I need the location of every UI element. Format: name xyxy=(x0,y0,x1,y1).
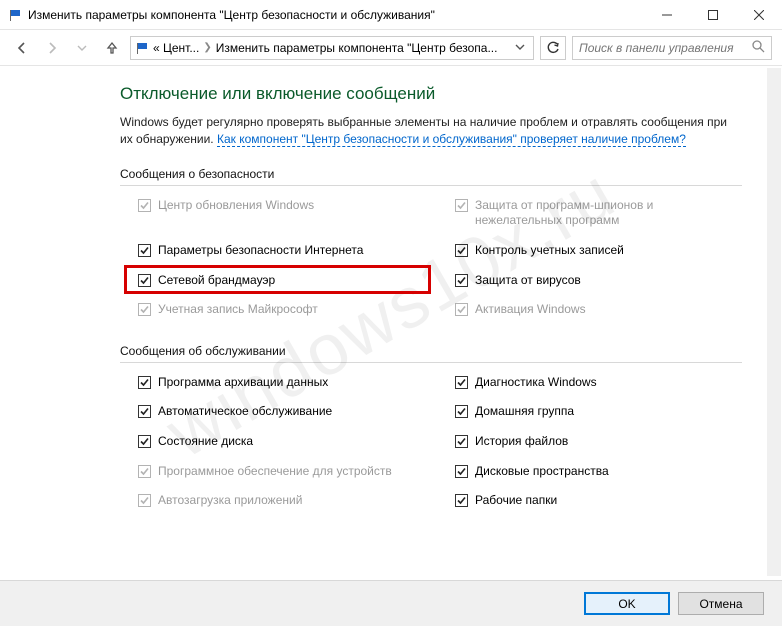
checkbox-item[interactable]: Рабочие папки xyxy=(455,493,742,509)
checkbox-item[interactable]: Параметры безопасности Интернета xyxy=(138,243,425,259)
checkbox-item: Активация Windows xyxy=(455,302,742,318)
checkbox-item[interactable]: Защита от вирусов xyxy=(455,273,742,289)
up-button[interactable] xyxy=(100,36,124,60)
checkbox-box xyxy=(138,494,151,507)
checkbox-label: Учетная запись Майкрософт xyxy=(158,302,318,318)
checkbox-item[interactable]: Состояние диска xyxy=(138,434,425,450)
recent-dropdown[interactable] xyxy=(70,36,94,60)
breadcrumb[interactable]: « Цент... ❯ Изменить параметры компонент… xyxy=(130,36,534,60)
checkbox-box[interactable] xyxy=(138,244,151,257)
checkbox-box xyxy=(138,199,151,212)
forward-button[interactable] xyxy=(40,36,64,60)
window-controls xyxy=(644,0,782,29)
checkbox-item[interactable]: Диагностика Windows xyxy=(455,375,742,391)
checkbox-box xyxy=(138,465,151,478)
breadcrumb-part1[interactable]: « Цент... xyxy=(153,41,199,55)
checkbox-label: Программа архивации данных xyxy=(158,375,328,391)
checkbox-label: Автозагрузка приложений xyxy=(158,493,302,509)
checkbox-box xyxy=(455,199,468,212)
checkbox-item: Центр обновления Windows xyxy=(138,198,425,214)
intro-text: Windows будет регулярно проверять выбран… xyxy=(120,114,742,149)
checkbox-label: Центр обновления Windows xyxy=(158,198,314,214)
checkbox-label: Диагностика Windows xyxy=(475,375,597,391)
checkbox-item[interactable]: Автоматическое обслуживание xyxy=(138,404,425,420)
checkbox-box[interactable] xyxy=(455,376,468,389)
toolbar: « Цент... ❯ Изменить параметры компонент… xyxy=(0,30,782,66)
checkbox-box[interactable] xyxy=(455,244,468,257)
breadcrumb-dropdown[interactable] xyxy=(511,41,529,55)
close-button[interactable] xyxy=(736,0,782,29)
checkbox-item[interactable]: Программа архивации данных xyxy=(138,375,425,391)
search-icon[interactable] xyxy=(752,40,765,56)
maximize-button[interactable] xyxy=(690,0,736,29)
checkbox-item: Учетная запись Майкрософт xyxy=(138,302,425,318)
checkbox-label: Программное обеспечение для устройств xyxy=(158,464,392,480)
breadcrumb-part2[interactable]: Изменить параметры компонента "Центр без… xyxy=(216,41,498,55)
search-box[interactable] xyxy=(572,36,772,60)
checkbox-label: Параметры безопасности Интернета xyxy=(158,243,363,259)
cancel-button[interactable]: Отмена xyxy=(678,592,764,615)
checkbox-label: Дисковые пространства xyxy=(475,464,609,480)
checkbox-box[interactable] xyxy=(138,405,151,418)
refresh-button[interactable] xyxy=(540,36,566,60)
checkbox-box[interactable] xyxy=(138,435,151,448)
ok-button[interactable]: OK xyxy=(584,592,670,615)
chevron-right-icon: ❯ xyxy=(203,42,211,53)
checkbox-item: Защита от программ-шпионов и нежелательн… xyxy=(455,198,742,229)
section-title-maintenance: Сообщения об обслуживании xyxy=(120,344,742,363)
checkbox-label: Домашняя группа xyxy=(475,404,574,420)
section-title-security: Сообщения о безопасности xyxy=(120,167,742,186)
checkbox-item[interactable]: История файлов xyxy=(455,434,742,450)
back-button[interactable] xyxy=(10,36,34,60)
flag-icon xyxy=(135,41,149,55)
checkbox-label: Сетевой брандмауэр xyxy=(158,273,275,289)
maintenance-grid: Программа архивации данных Диагностика Wi… xyxy=(120,375,742,509)
content-area: Отключение или включение сообщений Windo… xyxy=(0,66,782,578)
checkbox-item[interactable]: Домашняя группа xyxy=(455,404,742,420)
checkbox-label: Автоматическое обслуживание xyxy=(158,404,332,420)
checkbox-box[interactable] xyxy=(138,376,151,389)
checkbox-label: Рабочие папки xyxy=(475,493,557,509)
intro-help-link[interactable]: Как компонент "Центр безопасности и обсл… xyxy=(217,132,686,147)
checkbox-box[interactable] xyxy=(138,274,151,287)
footer: OK Отмена xyxy=(0,580,782,626)
security-grid: Центр обновления Windows Защита от програ… xyxy=(120,198,742,318)
checkbox-label: Состояние диска xyxy=(158,434,253,450)
checkbox-item: Автозагрузка приложений xyxy=(138,493,425,509)
checkbox-box[interactable] xyxy=(455,435,468,448)
checkbox-item[interactable]: Сетевой брандмауэр xyxy=(138,273,425,289)
checkbox-box[interactable] xyxy=(455,274,468,287)
checkbox-label: История файлов xyxy=(475,434,568,450)
flag-icon xyxy=(8,8,22,22)
checkbox-item[interactable]: Контроль учетных записей xyxy=(455,243,742,259)
checkbox-box[interactable] xyxy=(455,465,468,478)
checkbox-box[interactable] xyxy=(455,405,468,418)
checkbox-label: Активация Windows xyxy=(475,302,586,318)
page-heading: Отключение или включение сообщений xyxy=(120,84,742,104)
checkbox-box xyxy=(138,303,151,316)
checkbox-box[interactable] xyxy=(455,494,468,507)
checkbox-label: Контроль учетных записей xyxy=(475,243,624,259)
titlebar: Изменить параметры компонента "Центр без… xyxy=(0,0,782,30)
checkbox-item: Программное обеспечение для устройств xyxy=(138,464,425,480)
checkbox-item[interactable]: Дисковые пространства xyxy=(455,464,742,480)
search-input[interactable] xyxy=(579,41,752,55)
minimize-button[interactable] xyxy=(644,0,690,29)
window-title: Изменить параметры компонента "Центр без… xyxy=(28,8,644,22)
checkbox-label: Защита от вирусов xyxy=(475,273,581,289)
checkbox-label: Защита от программ-шпионов и нежелательн… xyxy=(475,198,742,229)
checkbox-box xyxy=(455,303,468,316)
